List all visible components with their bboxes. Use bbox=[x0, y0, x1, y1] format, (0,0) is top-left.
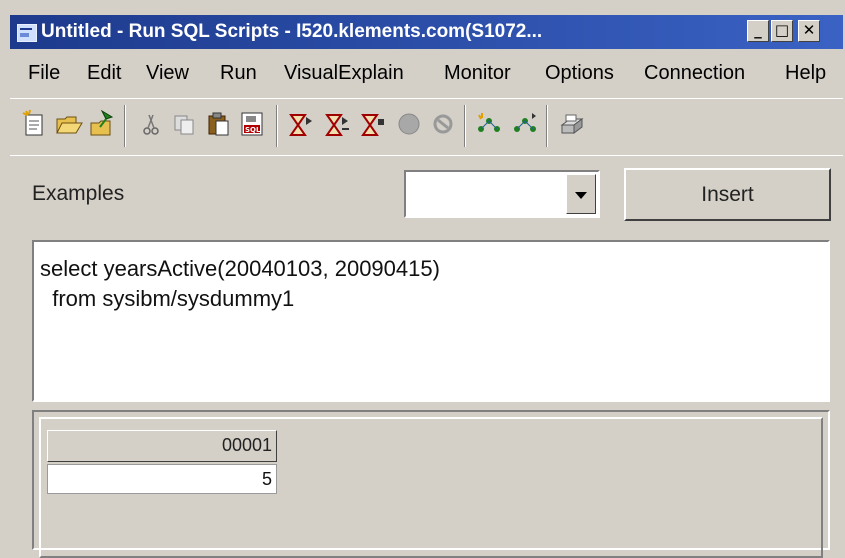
minimize-button[interactable]: _ bbox=[747, 20, 769, 42]
copy-icon[interactable] bbox=[170, 107, 200, 141]
cut-icon[interactable] bbox=[136, 107, 166, 141]
print-icon[interactable] bbox=[556, 107, 586, 141]
paste-icon[interactable] bbox=[204, 107, 234, 141]
visual-explain-icon[interactable] bbox=[474, 107, 504, 141]
menu-edit[interactable]: Edit bbox=[87, 62, 121, 85]
menu-file[interactable]: File bbox=[28, 62, 60, 85]
chevron-down-icon[interactable] bbox=[566, 174, 596, 214]
menu-visual-explain[interactable]: VisualExplain bbox=[284, 62, 404, 85]
svg-text:SQL: SQL bbox=[245, 126, 261, 134]
menu-connection[interactable]: Connection bbox=[644, 62, 745, 85]
result-cell[interactable]: 5 bbox=[47, 464, 277, 494]
new-script-icon[interactable] bbox=[20, 107, 50, 141]
run-all-icon[interactable] bbox=[286, 107, 316, 141]
window-title: Untitled - Run SQL Scripts - I520.klemen… bbox=[41, 21, 543, 42]
menu-view[interactable]: View bbox=[146, 62, 189, 85]
examples-dropdown[interactable] bbox=[404, 170, 600, 218]
results-grid[interactable]: 00001 5 bbox=[39, 417, 823, 558]
app-icon bbox=[17, 24, 37, 42]
insert-sql-icon[interactable]: SQL bbox=[238, 107, 268, 141]
run-and-explain-icon[interactable] bbox=[510, 107, 540, 141]
results-panel: 00001 5 bbox=[32, 410, 830, 558]
save-icon[interactable] bbox=[88, 107, 118, 141]
close-button[interactable]: ✕ bbox=[798, 20, 820, 42]
column-header[interactable]: 00001 bbox=[47, 430, 277, 462]
menu-options[interactable]: Options bbox=[545, 62, 614, 85]
run-from-selected-icon[interactable] bbox=[322, 107, 352, 141]
open-folder-icon[interactable] bbox=[54, 107, 84, 141]
menu-help[interactable]: Help bbox=[785, 62, 826, 85]
menu-monitor[interactable]: Monitor bbox=[444, 62, 511, 85]
toolbar: SQL bbox=[10, 98, 843, 156]
run-selected-icon[interactable] bbox=[358, 107, 388, 141]
cancel-icon[interactable] bbox=[428, 107, 458, 141]
sql-editor[interactable]: select yearsActive(20040103, 20090415) f… bbox=[32, 240, 830, 402]
examples-label: Examples bbox=[32, 182, 125, 205]
menu-run[interactable]: Run bbox=[220, 62, 257, 85]
insert-button[interactable]: Insert bbox=[624, 168, 831, 221]
menu-bar: File Edit View Run VisualExplain Monitor… bbox=[10, 54, 843, 94]
title-bar[interactable]: Untitled - Run SQL Scripts - I520.klemen… bbox=[10, 15, 843, 49]
stop-icon[interactable] bbox=[394, 107, 424, 141]
maximize-button[interactable]: □ bbox=[771, 20, 793, 42]
